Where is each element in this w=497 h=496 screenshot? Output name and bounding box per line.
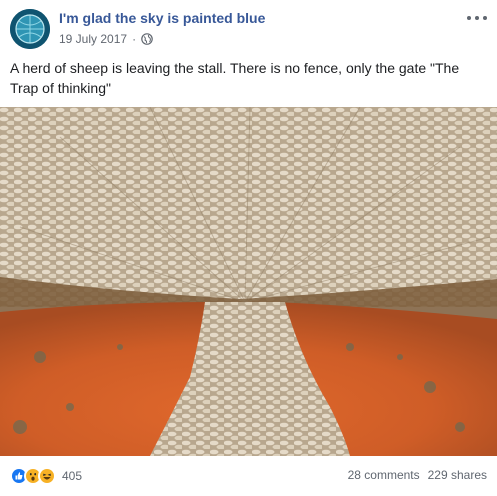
post-date[interactable]: 19 July 2017 bbox=[59, 32, 127, 46]
comments-link[interactable]: 28 comments bbox=[348, 468, 420, 482]
post-caption: A herd of sheep is leaving the stall. Th… bbox=[10, 60, 460, 96]
post-meta: 19 July 2017 · bbox=[59, 32, 153, 46]
avatar-image bbox=[10, 9, 50, 49]
globe-icon[interactable] bbox=[141, 33, 153, 45]
facebook-post: I'm glad the sky is painted blue 19 July… bbox=[0, 0, 497, 496]
reaction-count: 405 bbox=[62, 469, 83, 483]
haha-icon bbox=[38, 467, 56, 485]
page-avatar[interactable] bbox=[10, 9, 50, 49]
engagement-stats: 28 comments 229 shares bbox=[348, 468, 487, 482]
sheep-aerial-image bbox=[0, 107, 497, 456]
meta-separator: · bbox=[132, 32, 137, 46]
more-dots-icon[interactable] bbox=[467, 12, 487, 24]
post-footer: 405 28 comments 229 shares bbox=[0, 456, 497, 496]
reactions-summary[interactable]: 405 bbox=[10, 466, 82, 486]
post-header: I'm glad the sky is painted blue 19 July… bbox=[0, 0, 497, 55]
shares-link[interactable]: 229 shares bbox=[428, 468, 487, 482]
post-photo[interactable] bbox=[0, 107, 497, 456]
page-name-link[interactable]: I'm glad the sky is painted blue bbox=[59, 10, 265, 26]
